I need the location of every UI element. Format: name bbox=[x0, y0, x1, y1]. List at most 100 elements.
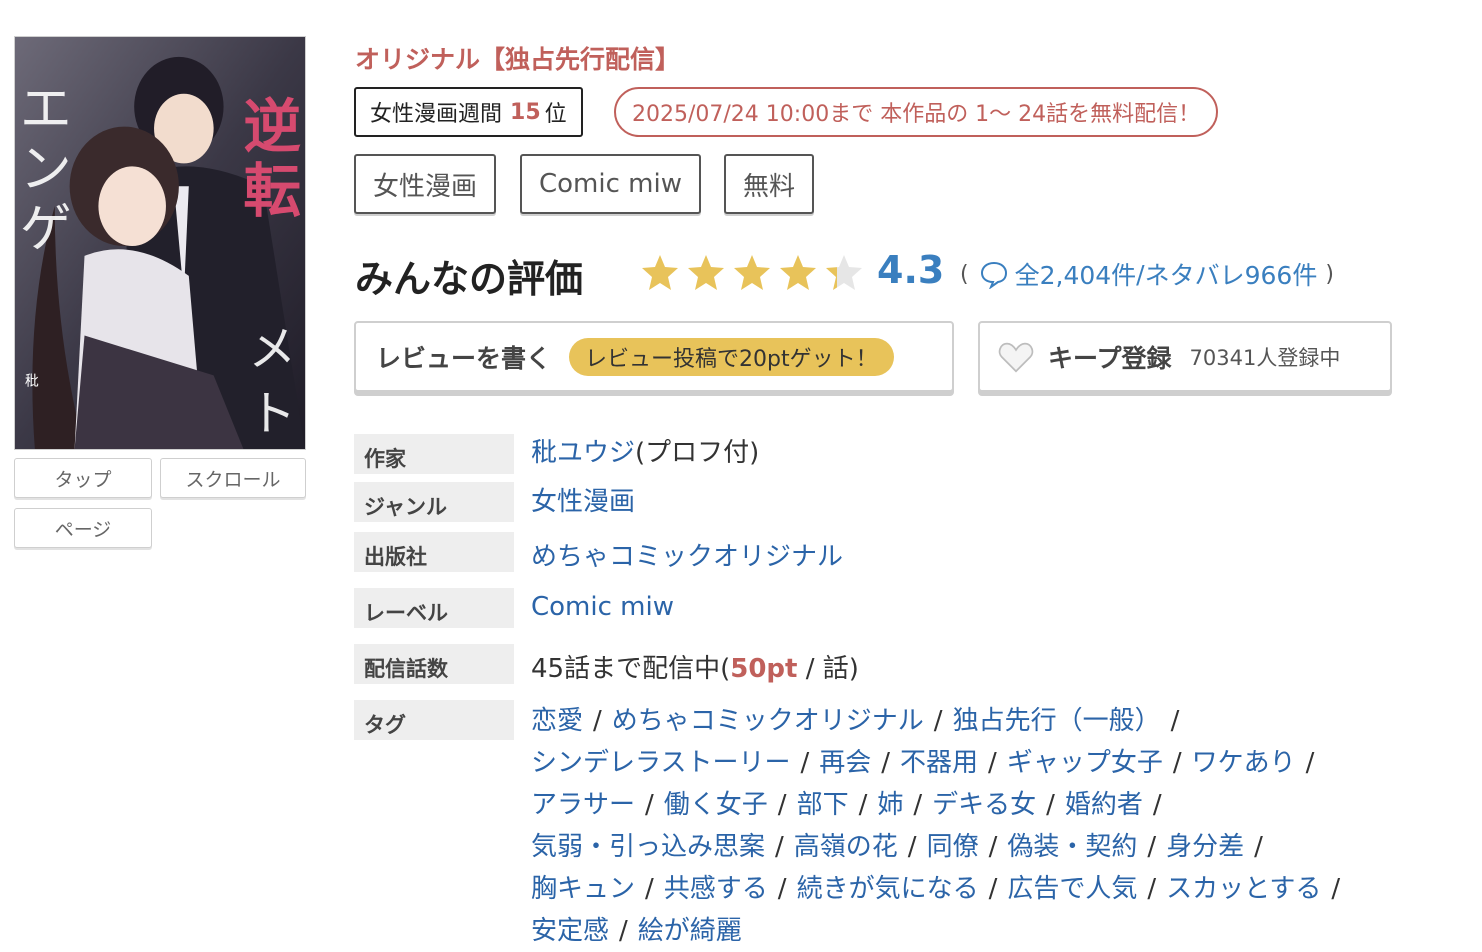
open-paren: ( bbox=[960, 261, 969, 287]
weekly-ranking-badge: 女性漫画週間 15 位 bbox=[354, 87, 583, 137]
tag-separator: / bbox=[645, 790, 654, 820]
tag-link[interactable]: ワケあり bbox=[1192, 748, 1296, 778]
review-count-link[interactable]: ( 全2,404件 / ネタバレ966件 ) bbox=[960, 256, 1334, 292]
cover-title-glyph-6: メ bbox=[248, 322, 296, 377]
tag-link[interactable]: デキる女 bbox=[932, 790, 1036, 820]
write-review-label: レビューを書く bbox=[376, 343, 552, 373]
genre-tag-free[interactable]: 無料 bbox=[724, 154, 815, 214]
tag-separator: / bbox=[858, 790, 868, 820]
rating-stars bbox=[639, 252, 865, 294]
ranking-suffix: 位 bbox=[544, 102, 567, 127]
keep-button[interactable]: キープ登録 70341人登録中 bbox=[978, 321, 1392, 392]
tag-link[interactable]: 気弱・引っ込み思案 bbox=[531, 832, 765, 862]
author-label: 作家 bbox=[354, 434, 514, 474]
tag-link[interactable]: めちゃコミックオリジナル bbox=[612, 706, 924, 736]
cover-title-glyph-5: ゲ bbox=[20, 199, 72, 259]
tag-link[interactable]: 高嶺の花 bbox=[794, 832, 898, 862]
tag-separator: / bbox=[775, 832, 784, 862]
publisher-label: 出版社 bbox=[354, 532, 514, 572]
tag-link[interactable]: 続きが気になる bbox=[797, 874, 979, 904]
tag-row: 恋愛 / めちゃコミックオリジナル / 独占先行（一般） / bbox=[531, 700, 1189, 737]
tag-separator: / bbox=[777, 790, 787, 820]
genre-tag-josei[interactable]: 女性漫画 bbox=[354, 154, 497, 214]
tag-link[interactable]: 部下 bbox=[797, 790, 849, 820]
label-value: Comic miw bbox=[531, 592, 674, 622]
tag-row: アラサー / 働く女子 / 部下 / 姉 / デキる女 / 婚約者 / bbox=[531, 784, 1172, 821]
ranking-category: 女性漫画週間 bbox=[370, 102, 503, 127]
page-view-button[interactable]: ページ bbox=[14, 508, 152, 548]
author-value: 秕ユウジ(プロフ付) bbox=[531, 432, 759, 469]
tap-view-button[interactable]: タップ bbox=[14, 458, 152, 498]
cover-image[interactable]: 逆 転 エ ン ゲ メ ト 秕 bbox=[14, 36, 306, 450]
tag-link[interactable]: 絵が綺麗 bbox=[638, 916, 742, 946]
tag-link[interactable]: 同僚 bbox=[927, 832, 979, 862]
write-review-button[interactable]: レビューを書く レビュー投稿で20ptゲット！ bbox=[354, 321, 954, 392]
label-link[interactable]: Comic miw bbox=[531, 592, 674, 622]
rating-star-icon bbox=[826, 255, 862, 290]
episodes-label: 配信話数 bbox=[354, 644, 514, 684]
original-exclusive-label: オリジナル【独占先行配信】 bbox=[355, 45, 681, 74]
tap-view-label: タップ bbox=[54, 468, 112, 491]
tag-link[interactable]: 身分差 bbox=[1166, 832, 1244, 862]
cover-title-glyph-2: 転 bbox=[243, 157, 301, 225]
review-bonus-badge: レビュー投稿で20ptゲット！ bbox=[569, 337, 894, 376]
scroll-view-button[interactable]: スクロール bbox=[160, 458, 306, 498]
tag-link[interactable]: 婚約者 bbox=[1065, 790, 1143, 820]
genre-tag-comic-miw[interactable]: Comic miw bbox=[520, 154, 701, 214]
rating-star-icon bbox=[780, 255, 816, 290]
tag-link[interactable]: 安定感 bbox=[531, 916, 609, 946]
rating-star-icon bbox=[688, 255, 724, 290]
tag-separator: / bbox=[1305, 748, 1315, 778]
tag-separator: / bbox=[933, 706, 943, 736]
episode-price: 50pt bbox=[730, 654, 798, 684]
tag-row: 安定感 / 絵が綺麗 bbox=[531, 910, 742, 947]
episodes-value: 45話まで配信中(50pt / 話) bbox=[531, 648, 859, 685]
episodes-prefix: 45話まで配信中( bbox=[531, 654, 731, 684]
tags-label: タグ bbox=[354, 700, 514, 740]
tag-link[interactable]: 偽装・契約 bbox=[1007, 832, 1137, 862]
ranking-number: 15 bbox=[510, 99, 541, 125]
tag-separator: / bbox=[881, 748, 891, 778]
genre-label: ジャンル bbox=[354, 482, 514, 522]
scroll-view-label: スクロール bbox=[185, 468, 281, 491]
tag-link[interactable]: 共感する bbox=[664, 874, 768, 904]
review-total[interactable]: 全2,404件 bbox=[1015, 256, 1137, 292]
tag-link[interactable]: 再会 bbox=[819, 748, 871, 778]
tag-link[interactable]: シンデレラストーリー bbox=[531, 748, 790, 778]
genre-link[interactable]: 女性漫画 bbox=[531, 487, 635, 517]
tag-link[interactable]: ギャップ女子 bbox=[1007, 748, 1163, 778]
tag-separator: / bbox=[1170, 706, 1180, 736]
tag-link[interactable]: 姉 bbox=[877, 790, 903, 820]
tag-link[interactable]: 恋愛 bbox=[531, 706, 583, 736]
rating-star-icon bbox=[642, 255, 678, 290]
cover-title-glyph-7: ト bbox=[248, 387, 296, 442]
tag-separator: / bbox=[1331, 874, 1341, 904]
tag-link[interactable]: アラサー bbox=[531, 790, 635, 820]
page-view-label: ページ bbox=[54, 518, 112, 541]
tag-link[interactable]: 働く女子 bbox=[664, 790, 768, 820]
tag-separator: / bbox=[1254, 832, 1263, 862]
cover-author: 秕 bbox=[25, 373, 39, 389]
tag-separator: / bbox=[619, 916, 628, 946]
tag-link[interactable]: 独占先行（一般） bbox=[953, 706, 1161, 736]
heart-icon bbox=[998, 342, 1034, 372]
tag-link[interactable]: スカッとする bbox=[1166, 874, 1321, 904]
tag-separator: / bbox=[988, 874, 998, 904]
tag-row: シンデレラストーリー / 再会 / 不器用 / ギャップ女子 / ワケあり / bbox=[531, 742, 1324, 779]
author-link[interactable]: 秕ユウジ bbox=[531, 438, 635, 468]
tag-link[interactable]: 不器用 bbox=[900, 748, 978, 778]
rating-title: みんなの評価 bbox=[355, 257, 584, 301]
tag-link[interactable]: 広告で人気 bbox=[1007, 874, 1137, 904]
tag-separator: / bbox=[1046, 790, 1055, 820]
tag-separator: / bbox=[988, 832, 998, 862]
tag-separator: / bbox=[645, 874, 654, 904]
close-paren: ) bbox=[1325, 261, 1334, 287]
tag-separator: / bbox=[593, 706, 602, 736]
tag-separator: / bbox=[988, 748, 997, 778]
spoiler-count[interactable]: ネタバレ966件 bbox=[1145, 256, 1318, 292]
publisher-link[interactable]: めちゃコミックオリジナル bbox=[531, 542, 843, 572]
tag-row: 気弱・引っ込み思案 / 高嶺の花 / 同僚 / 偽装・契約 / 身分差 / bbox=[531, 826, 1273, 863]
tag-separator: / bbox=[907, 832, 917, 862]
keep-label: キープ登録 bbox=[1048, 343, 1172, 373]
tag-link[interactable]: 胸キュン bbox=[531, 874, 635, 904]
